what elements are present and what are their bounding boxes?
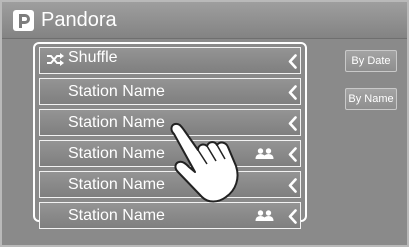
shared-station-icon xyxy=(255,148,274,159)
station-label: Station Name xyxy=(68,145,165,162)
station-label: Station Name xyxy=(68,176,165,193)
chevron-left-icon[interactable] xyxy=(288,209,297,224)
chevron-left-icon[interactable] xyxy=(288,147,297,162)
pandora-logo-icon xyxy=(13,10,34,31)
station-label: Station Name xyxy=(68,114,165,131)
screen: Pandora Shuffle Station Name Station Nam… xyxy=(0,0,409,247)
station-label: Station Name xyxy=(68,83,165,100)
sort-by-date-button[interactable]: By Date xyxy=(345,50,397,72)
chevron-left-icon[interactable] xyxy=(288,54,297,69)
shuffle-row[interactable]: Shuffle xyxy=(39,47,301,74)
chevron-left-icon[interactable] xyxy=(288,178,297,193)
shuffle-icon xyxy=(47,53,64,66)
header-bar: Pandora xyxy=(2,2,407,39)
station-row[interactable]: Station Name xyxy=(39,78,301,105)
app-title: Pandora xyxy=(41,9,117,31)
pointing-hand-icon xyxy=(170,122,239,203)
station-label: Station Name xyxy=(68,207,165,224)
shuffle-label: Shuffle xyxy=(68,49,118,66)
chevron-left-icon[interactable] xyxy=(288,85,297,100)
sort-by-name-button[interactable]: By Name xyxy=(345,88,397,110)
shared-station-icon xyxy=(255,210,274,221)
chevron-left-icon[interactable] xyxy=(288,116,297,131)
